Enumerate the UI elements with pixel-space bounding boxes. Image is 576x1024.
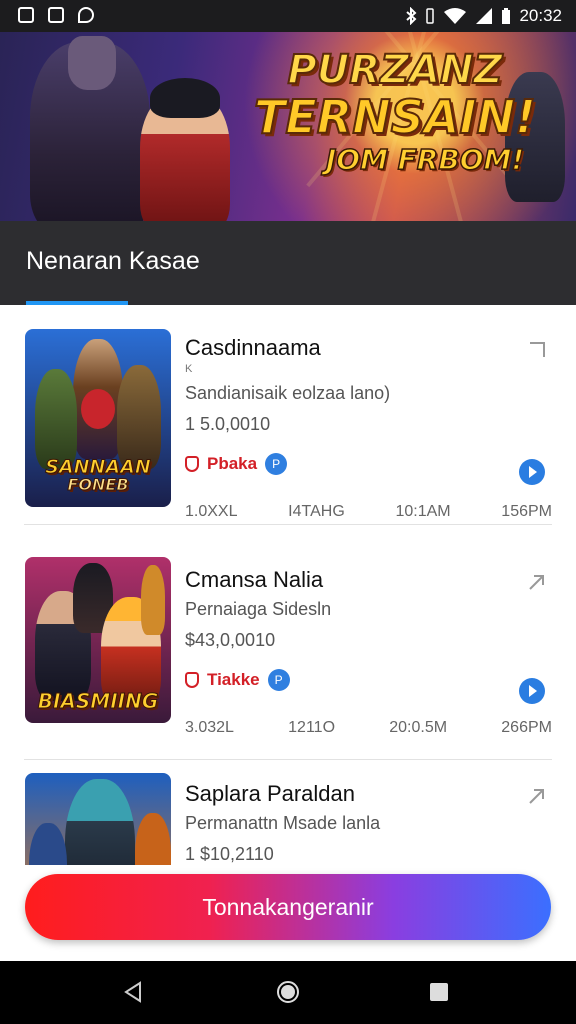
status-bar: 20:32: [0, 0, 576, 32]
time-value: 3.032L: [185, 719, 234, 736]
thumbnail-logo-line-1: BIASMIING: [37, 689, 159, 713]
bottom-action-area: Tonnakangeranir: [0, 865, 576, 961]
vibrate-icon: [425, 8, 435, 24]
time-value: 266PM: [501, 719, 552, 736]
list-item[interactable]: BIASMIING Cmansa Nalia Pernaiaga Sidesln…: [0, 533, 576, 760]
item-subtitle: Pernaiaga Sidesln: [185, 599, 332, 619]
list-item[interactable]: SANNAAN FONEB Casdinnaama K Sandianisaik…: [0, 305, 576, 525]
recents-icon[interactable]: [426, 979, 452, 1005]
play-button[interactable]: [519, 678, 545, 704]
tag-icon: [185, 672, 199, 688]
platform-badge-icon: P: [267, 669, 290, 691]
signal-icon: [475, 7, 493, 25]
share-arrow-icon[interactable]: [528, 573, 546, 591]
game-list[interactable]: SANNAAN FONEB Casdinnaama K Sandianisaik…: [0, 305, 576, 865]
back-icon[interactable]: [120, 979, 146, 1005]
promo-banner[interactable]: PURZANZ TERNSAIN! JOM FRBOM!: [0, 32, 576, 221]
tag-icon: [185, 456, 199, 472]
villain-helmet: [68, 36, 116, 90]
status-system-icons: 20:32: [405, 6, 562, 26]
image-icon: [48, 7, 64, 23]
home-icon[interactable]: [275, 979, 301, 1005]
clock-time: 20:32: [519, 6, 562, 25]
time-value: 156PM: [501, 503, 552, 520]
battery-icon: [501, 7, 511, 25]
share-arrow-icon[interactable]: [528, 787, 546, 805]
list-item[interactable]: Saplara Paraldan Permanattn Msade lanla …: [0, 749, 576, 865]
hero-hair: [150, 78, 220, 118]
tag-label: Pbaka: [207, 454, 258, 473]
tag-label: Tiakke: [207, 670, 260, 689]
item-title: Saplara Paraldan: [185, 781, 356, 806]
gallery-icon: [18, 7, 34, 23]
open-corner-icon[interactable]: [528, 341, 546, 359]
banner-title: PURZANZ TERNSAIN! JOM FRBOM!: [250, 47, 540, 176]
banner-line-1: PURZANZ: [286, 47, 503, 93]
item-subtitle: Sandianisaik eolzaa lano): [185, 383, 391, 403]
play-button[interactable]: [519, 459, 545, 485]
system-nav-bar: [0, 961, 576, 1024]
platform-badge-icon: P: [265, 453, 288, 475]
section-title: Nenaran Kasae: [26, 247, 200, 275]
item-subtitle: Permanattn Msade lanla: [185, 813, 381, 833]
time-value: 1211O: [288, 719, 336, 736]
primary-cta-button[interactable]: Tonnakangeranir: [25, 874, 551, 940]
status-notification-icons: [18, 7, 94, 23]
time-value: 10:1AM: [395, 503, 451, 520]
item-times: 3.032L 1211O 20:0.5M 266PM: [185, 719, 552, 737]
bluetooth-icon: [405, 7, 417, 25]
banner-line-2: TERNSAIN!: [253, 90, 537, 144]
message-icon: [78, 7, 94, 23]
item-price: 1 5.0,0010: [185, 414, 271, 434]
item-times: 1.0XXL I4TAHG 10:1AM 156PM: [185, 503, 552, 521]
section-header: Nenaran Kasae: [0, 221, 576, 305]
time-value: 1.0XXL: [185, 503, 238, 520]
item-title: Casdinnaama: [185, 335, 321, 360]
divider: [24, 524, 552, 525]
item-price: $43,0,0010: [185, 630, 276, 650]
item-tag: Pbaka P: [185, 453, 288, 475]
game-thumbnail: SANNAAN FONEB: [25, 329, 171, 507]
item-title: Cmansa Nalia: [185, 567, 324, 592]
item-price: 1 $10,2110: [185, 844, 274, 864]
item-tiny-label: K: [185, 363, 193, 375]
game-thumbnail: BIASMIING: [25, 557, 171, 723]
thumbnail-logo-line-2: FONEB: [67, 475, 129, 494]
wifi-icon: [443, 7, 467, 25]
banner-line-3: JOM FRBOM!: [325, 143, 525, 176]
time-value: 20:0.5M: [389, 719, 448, 736]
item-tag: Tiakke P: [185, 669, 290, 691]
game-thumbnail: [25, 773, 171, 865]
time-value: I4TAHG: [288, 503, 345, 520]
